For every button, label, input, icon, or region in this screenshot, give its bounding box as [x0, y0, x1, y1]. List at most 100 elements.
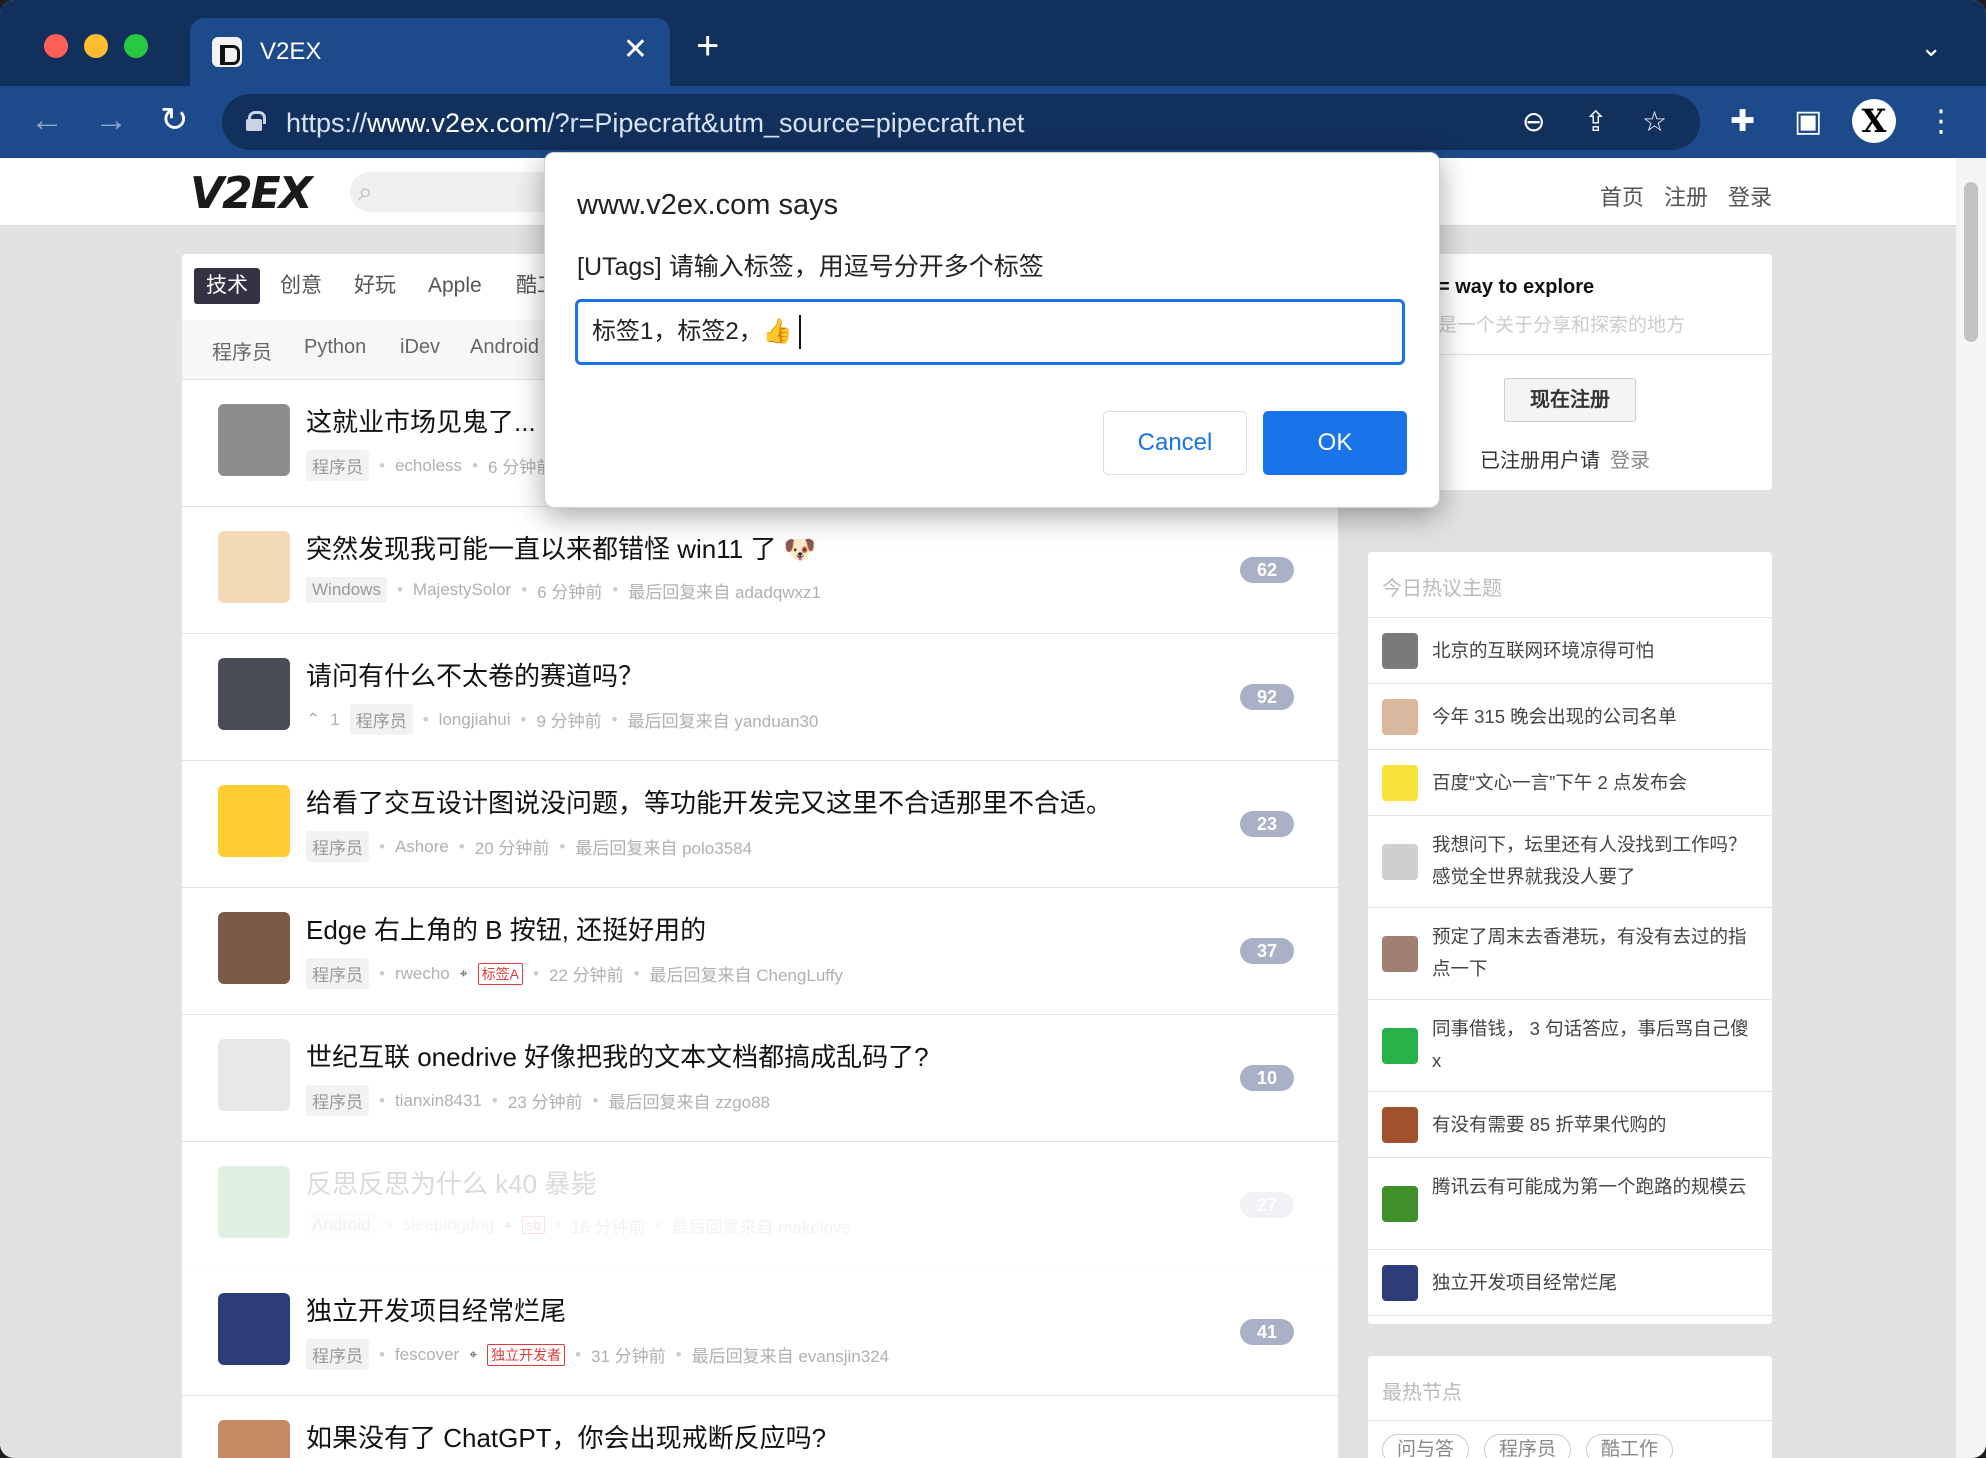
- tab-search-chevron-icon[interactable]: ⌄: [1920, 32, 1942, 63]
- hot-topic-link[interactable]: 北京的互联网环境凉得可怕: [1432, 635, 1752, 667]
- author-link[interactable]: MajestySolor: [413, 580, 511, 600]
- site-logo[interactable]: V2EX: [190, 168, 313, 219]
- user-tag[interactable]: 独立开发者: [487, 1343, 566, 1366]
- hot-topic-item[interactable]: 百度“文心一言”下午 2 点发布会: [1368, 750, 1772, 816]
- upvote-icon[interactable]: ⌃: [306, 710, 320, 730]
- profile-avatar[interactable]: X: [1852, 99, 1896, 143]
- author-link[interactable]: longjiahui: [439, 710, 511, 730]
- node-tag[interactable]: 程序员: [306, 958, 369, 989]
- avatar[interactable]: [218, 658, 290, 730]
- hot-topic-item[interactable]: 腾讯云有可能成为第一个跑路的规模云: [1368, 1158, 1772, 1250]
- side-panel-icon[interactable]: ▣: [1794, 106, 1822, 138]
- node-tag[interactable]: 程序员: [306, 1339, 369, 1370]
- nav-login-link[interactable]: 登录: [1728, 180, 1772, 212]
- hot-topic-link[interactable]: 我想问下，坛里还有人没找到工作吗？感觉全世界就我没人要了: [1432, 829, 1752, 893]
- node-tab-creative[interactable]: 创意: [268, 268, 334, 304]
- forward-arrow-icon[interactable]: →: [94, 100, 128, 140]
- scrollbar-thumb[interactable]: [1964, 182, 1978, 342]
- url-text[interactable]: https://www.v2ex.com/?r=Pipecraft&utm_so…: [286, 108, 1024, 139]
- cancel-button[interactable]: Cancel: [1103, 411, 1247, 475]
- reply-count-badge[interactable]: 92: [1240, 684, 1294, 710]
- topic-title-link[interactable]: Edge 右上角的 B 按钮, 还挺好用的: [306, 910, 706, 947]
- avatar[interactable]: [1382, 765, 1418, 801]
- avatar[interactable]: [218, 1039, 290, 1111]
- author-link[interactable]: echoless: [395, 456, 462, 476]
- avatar[interactable]: [218, 531, 290, 603]
- node-tab-tech[interactable]: 技术: [194, 268, 260, 304]
- topic-title-link[interactable]: 独立开发项目经常烂尾: [306, 1291, 566, 1328]
- node-tab-apple[interactable]: Apple: [416, 268, 494, 304]
- browser-tab[interactable]: V2EX ✕: [190, 18, 670, 86]
- zoom-out-icon[interactable]: ⊖: [1522, 106, 1545, 138]
- reply-count-badge[interactable]: 62: [1240, 557, 1294, 583]
- avatar[interactable]: [1382, 1028, 1418, 1064]
- author-link[interactable]: Ashore: [395, 837, 449, 857]
- address-bar[interactable]: https://www.v2ex.com/?r=Pipecraft&utm_so…: [222, 94, 1700, 150]
- reply-count-badge[interactable]: 10: [1240, 1065, 1294, 1091]
- author-link[interactable]: sleepingdog: [403, 1215, 495, 1235]
- new-tab-button[interactable]: +: [696, 26, 719, 66]
- avatar[interactable]: [1382, 1265, 1418, 1301]
- hot-node-chip[interactable]: 问与答: [1382, 1434, 1470, 1458]
- hot-topic-item[interactable]: 北京的互联网环境凉得可怕: [1368, 618, 1772, 684]
- subtab-android[interactable]: Android: [470, 336, 539, 359]
- subtab-idev[interactable]: iDev: [400, 336, 440, 359]
- tag-icon[interactable]: ⌖: [460, 965, 468, 982]
- hot-topic-item[interactable]: 今年 315 晚会出现的公司名单: [1368, 684, 1772, 750]
- avatar[interactable]: [218, 404, 290, 476]
- signup-button[interactable]: 现在注册: [1504, 378, 1636, 422]
- subtab-python[interactable]: Python: [304, 336, 366, 359]
- hot-topic-link[interactable]: 腾讯云有可能成为第一个跑路的规模云: [1432, 1171, 1752, 1203]
- share-icon[interactable]: ⇪: [1584, 106, 1607, 138]
- hot-topic-link[interactable]: 独立开发项目经常烂尾: [1432, 1267, 1752, 1299]
- topic-title-link[interactable]: 给看了交互设计图说没问题，等功能开发完又这里不合适那里不合适。: [306, 783, 1112, 820]
- topic-title-link[interactable]: 请问有什么不太卷的赛道吗？: [306, 656, 644, 693]
- hot-node-chip[interactable]: 酷工作: [1586, 1434, 1674, 1458]
- hot-topic-link[interactable]: 今年 315 晚会出现的公司名单: [1432, 701, 1752, 733]
- avatar[interactable]: [218, 912, 290, 984]
- hot-topic-link[interactable]: 预定了周末去香港玩，有没有去过的指点一下: [1432, 921, 1752, 985]
- topic-title-link[interactable]: 世纪互联 onedrive 好像把我的文本文档都搞成乱码了?: [306, 1037, 929, 1074]
- node-tag[interactable]: 程序员: [306, 450, 369, 481]
- author-link[interactable]: fescover: [395, 1345, 459, 1365]
- hot-topic-item[interactable]: 同事借钱， 3 句话答应，事后骂自己傻 x: [1368, 1000, 1772, 1092]
- topic-title-link[interactable]: 反思反思为什么 k40 暴毙: [306, 1164, 596, 1201]
- bookmark-star-icon[interactable]: ☆: [1642, 106, 1667, 138]
- reply-count-badge[interactable]: 23: [1240, 811, 1294, 837]
- close-window-button[interactable]: [44, 34, 68, 58]
- tag-input-field[interactable]: 标签1，标签2，👍: [575, 299, 1405, 365]
- subtab-programmer[interactable]: 程序员: [212, 336, 272, 365]
- back-arrow-icon[interactable]: ←: [30, 100, 64, 140]
- page-scrollbar[interactable]: [1956, 158, 1986, 1458]
- avatar[interactable]: [218, 785, 290, 857]
- avatar[interactable]: [1382, 844, 1418, 880]
- avatar[interactable]: [1382, 1186, 1418, 1222]
- node-tag[interactable]: 程序员: [306, 1085, 369, 1116]
- reply-count-badge[interactable]: 27: [1240, 1192, 1294, 1218]
- nav-home-link[interactable]: 首页: [1600, 180, 1644, 212]
- nav-signup-link[interactable]: 注册: [1664, 180, 1708, 212]
- hot-topic-item[interactable]: 独立开发项目经常烂尾: [1368, 1250, 1772, 1316]
- author-link[interactable]: tianxin8431: [395, 1091, 482, 1111]
- hot-topic-link[interactable]: 有没有需要 85 折苹果代购的: [1432, 1109, 1752, 1141]
- minimize-window-button[interactable]: [84, 34, 108, 58]
- reply-count-badge[interactable]: 37: [1240, 938, 1294, 964]
- avatar[interactable]: [218, 1420, 290, 1458]
- lock-icon[interactable]: [246, 111, 266, 131]
- user-tag[interactable]: 标签A: [477, 962, 523, 985]
- maximize-window-button[interactable]: [124, 34, 148, 58]
- user-tag[interactable]: sb: [522, 1216, 545, 1234]
- extensions-puzzle-icon[interactable]: ✚: [1730, 106, 1755, 138]
- hot-topic-item[interactable]: 有没有需要 85 折苹果代购的: [1368, 1092, 1772, 1158]
- node-tag[interactable]: Windows: [306, 577, 387, 603]
- close-tab-icon[interactable]: ✕: [623, 32, 648, 68]
- hot-topic-item[interactable]: 预定了周末去香港玩，有没有去过的指点一下: [1368, 908, 1772, 1000]
- avatar[interactable]: [218, 1166, 290, 1238]
- avatar[interactable]: [1382, 1107, 1418, 1143]
- ok-button[interactable]: OK: [1263, 411, 1407, 475]
- node-tag[interactable]: 程序员: [306, 831, 369, 862]
- tag-icon[interactable]: ⌖: [469, 1346, 477, 1363]
- node-tag[interactable]: Android: [306, 1212, 377, 1238]
- login-link[interactable]: 登录: [1610, 450, 1650, 472]
- hot-node-chip[interactable]: 程序员: [1484, 1434, 1572, 1458]
